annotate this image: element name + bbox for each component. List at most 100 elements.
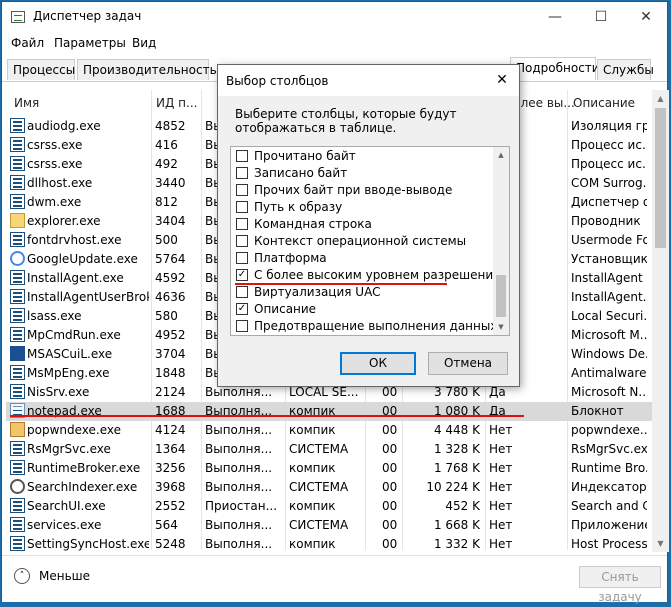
maximize-button[interactable]: ☐: [578, 2, 624, 32]
checklist-scrollbar[interactable]: ▲ ▼: [493, 147, 509, 335]
cell-cpu: 00: [382, 385, 398, 399]
scroll-thumb[interactable]: [496, 275, 506, 317]
table-row[interactable]: RuntimeBroker.exe 3256 Выполня... компик 00 1…: [6, 459, 656, 478]
tab-performance[interactable]: Производительность: [77, 59, 217, 80]
column-option[interactable]: Прочих байт при вводе-выводе: [235, 182, 491, 199]
table-row[interactable]: SearchIndexer.exe 3968 Выполня... СИСТЕМА 00…: [6, 478, 656, 497]
scroll-up-icon[interactable]: ▲: [652, 90, 669, 107]
scroll-thumb[interactable]: [655, 108, 666, 248]
process-icon: [10, 384, 25, 399]
dialog-title: Выбор столбцов: [226, 74, 329, 88]
cell-name: lsass.exe: [27, 309, 82, 323]
menu-view[interactable]: Вид: [132, 36, 156, 50]
cell-uac: Нет: [489, 499, 513, 513]
scroll-up-icon[interactable]: ▲: [493, 147, 509, 163]
table-scrollbar[interactable]: ▲ ▼: [652, 90, 669, 552]
cell-desc: Antimalware...: [571, 366, 647, 380]
close-button[interactable]: ✕: [623, 2, 669, 32]
cell-status: Приостан...: [205, 499, 278, 513]
cell-pid: 4592: [155, 271, 186, 285]
cell-user: компик: [289, 461, 336, 475]
dialog-description: Выберите столбцы, которые будут отобража…: [235, 107, 457, 135]
task-manager-window: Диспетчер задач — ☐ ✕ Файл Параметры Вид…: [1, 1, 669, 604]
cell-user: СИСТЕМА: [289, 442, 349, 456]
table-row[interactable]: services.exe 564 Выполня... СИСТЕМА 00 1 668 …: [6, 516, 656, 535]
menu-file[interactable]: Файл: [11, 36, 44, 50]
process-icon: [10, 498, 25, 513]
column-option[interactable]: Записано байт: [235, 165, 491, 182]
column-option[interactable]: Командная строка: [235, 216, 491, 233]
process-icon: [10, 270, 25, 285]
scroll-down-icon[interactable]: ▼: [493, 319, 509, 335]
cell-desc: Блокнот: [571, 404, 624, 418]
cell-cpu: 00: [382, 461, 398, 475]
cell-status: Выполня...: [205, 537, 273, 551]
table-row[interactable]: RsMgrSvc.exe 1364 Выполня... СИСТЕМА 00 1 328…: [6, 440, 656, 459]
process-icon: [10, 460, 25, 475]
process-icon: [10, 308, 25, 323]
menu-bar: Файл Параметры Вид: [2, 32, 667, 54]
cell-name: SearchIndexer.exe: [27, 480, 138, 494]
cell-pid: 4636: [155, 290, 186, 304]
cell-name: audiodg.exe: [27, 119, 101, 133]
column-pid[interactable]: ИД п...: [156, 96, 197, 110]
cell-desc: Host Process...: [571, 537, 647, 551]
ok-button[interactable]: ОК: [340, 352, 416, 375]
checkbox[interactable]: [236, 286, 248, 298]
chevron-up-icon[interactable]: ˄: [14, 568, 30, 584]
dialog-close-button[interactable]: ✕: [491, 70, 513, 90]
cell-name: InstallAgent.exe: [27, 271, 124, 285]
checkbox[interactable]: [236, 167, 248, 179]
column-option[interactable]: ✓ С более высоким уровнем разрешений: [235, 267, 501, 284]
table-row[interactable]: notepad.exe 1688 Выполня... компик 00 1 080 K…: [6, 402, 656, 421]
minimize-button[interactable]: —: [532, 2, 578, 32]
tab-details[interactable]: Подробности: [510, 57, 600, 80]
table-row[interactable]: SearchUI.exe 2552 Приостан... компик 00 452 K…: [6, 497, 656, 516]
process-icon: [10, 346, 25, 361]
tab-processes[interactable]: Процессы: [7, 59, 75, 80]
checkbox[interactable]: ✓: [236, 303, 248, 315]
cell-name: csrss.exe: [27, 138, 83, 152]
cell-cpu: 00: [382, 442, 398, 456]
cell-uac: Нет: [489, 480, 513, 494]
tab-services[interactable]: Службы: [597, 59, 654, 80]
checkbox[interactable]: [236, 201, 248, 213]
cell-user: компик: [289, 423, 336, 437]
checkbox[interactable]: [236, 150, 248, 162]
column-option[interactable]: Контекст операционной системы: [235, 233, 491, 250]
column-option[interactable]: Платформа: [235, 250, 491, 267]
cell-desc: InstallAgent...: [571, 290, 647, 304]
checkbox[interactable]: [236, 252, 248, 264]
table-row[interactable]: popwndexe.exe 4124 Выполня... компик 00 4 448…: [6, 421, 656, 440]
fewer-details-link[interactable]: Меньше: [39, 569, 90, 583]
column-option[interactable]: ✓ Описание: [235, 301, 491, 318]
column-option[interactable]: Путь к образу: [235, 199, 491, 216]
checkbox[interactable]: [236, 235, 248, 247]
column-description[interactable]: Описание: [573, 96, 635, 110]
end-task-button[interactable]: Снять задачу: [579, 566, 661, 604]
table-row[interactable]: SettingSyncHost.exe 5248 Выполня... компик 0…: [6, 535, 656, 554]
menu-options[interactable]: Параметры: [54, 36, 126, 50]
cell-pid: 3256: [155, 461, 186, 475]
cell-mem: 1 668 K: [433, 518, 480, 532]
process-icon: [10, 422, 25, 437]
checkbox[interactable]: [236, 184, 248, 196]
cell-status: Выполня...: [205, 442, 273, 456]
cancel-button[interactable]: Отмена: [428, 352, 508, 375]
select-columns-dialog: Выбор столбцов ✕ Выберите столбцы, котор…: [217, 64, 520, 387]
checkbox[interactable]: [236, 320, 248, 332]
column-option[interactable]: Виртуализация UAC: [235, 284, 491, 301]
process-icon: [10, 118, 25, 133]
cell-user: СИСТЕМА: [289, 480, 349, 494]
scroll-down-icon[interactable]: ▼: [652, 535, 669, 552]
checkbox[interactable]: [236, 218, 248, 230]
cell-cpu: 00: [382, 537, 398, 551]
cell-name: csrss.exe: [27, 157, 83, 171]
column-option[interactable]: Предотвращение выполнения данных: [235, 318, 497, 335]
cell-pid: 5764: [155, 252, 186, 266]
column-name[interactable]: Имя: [14, 96, 39, 110]
cell-name: explorer.exe: [27, 214, 101, 228]
checkbox[interactable]: ✓: [236, 269, 248, 281]
column-option[interactable]: Прочитано байт: [235, 148, 491, 165]
process-icon: [10, 517, 25, 532]
